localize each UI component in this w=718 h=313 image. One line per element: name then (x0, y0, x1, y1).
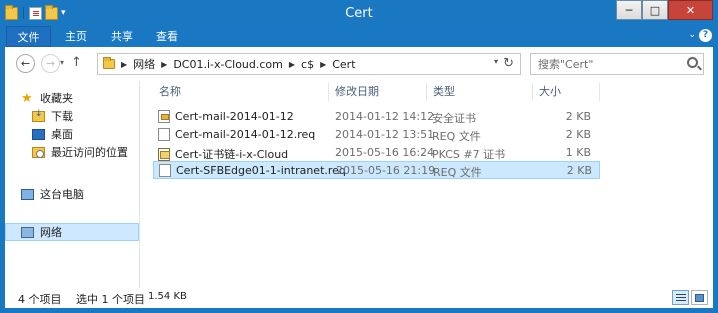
column-header-size[interactable]: 大小 (533, 83, 600, 101)
file-icon (158, 128, 170, 141)
file-name: Cert-mail-2014-01-12.req (175, 128, 316, 141)
search-input[interactable] (538, 57, 678, 72)
status-bar: 4 个项目 选中 1 个项目 1.54 KB (5, 288, 713, 308)
folder-icon (103, 57, 115, 69)
breadcrumb-cert[interactable]: Cert (332, 58, 355, 71)
file-date: 2014-01-12 13:51 (335, 128, 435, 141)
close-button[interactable]: ✕ (668, 0, 713, 20)
tab-view[interactable]: 查看 (153, 26, 181, 47)
file-name-cell: Cert-SFBEdge01-1-intranet.req (159, 164, 346, 177)
tab-share[interactable]: 共享 (108, 26, 136, 47)
large-icons-view-icon (695, 294, 704, 302)
title-bar[interactable]: ▾ Cert ─ □ ✕ (0, 0, 718, 26)
file-size: 1 KB (565, 146, 591, 159)
file-date: 2014-01-12 14:12 (335, 110, 435, 123)
ribbon-tabs: 文件 主页 共享 查看 ⌄ ? (0, 26, 718, 47)
expand-ribbon-icon[interactable]: ⌄ (688, 30, 696, 40)
sidebar-item-this-pc[interactable]: 这台电脑 (5, 185, 139, 203)
sidebar-item-network[interactable]: 网络 (5, 223, 139, 241)
sidebar-item-recent-places[interactable]: 最近访问的位置 (5, 143, 139, 161)
file-date: 2015-05-16 21:19 (336, 164, 436, 177)
tab-home[interactable]: 主页 (62, 26, 90, 47)
file-type: 安全证书 (432, 112, 476, 125)
file-type: REQ 文件 (432, 130, 481, 143)
file-name-cell: Cert-mail-2014-01-12.req (158, 128, 315, 141)
recent-locations-dropdown-icon[interactable]: ▾ (60, 58, 64, 67)
table-row[interactable]: Cert-mail-2014-01-12.req 2014-01-12 13:5… (153, 126, 600, 144)
file-name: Cert-SFBEdge01-1-intranet.req (176, 164, 346, 177)
back-button[interactable]: ← (16, 54, 35, 73)
file-type: PKCS #7 证书 (432, 148, 506, 161)
certificate-chain-icon (158, 147, 170, 161)
chevron-right-icon[interactable]: ▶ (320, 60, 326, 69)
selection-size: 1.54 KB (148, 291, 187, 302)
column-header-date-modified[interactable]: 修改日期 (329, 83, 427, 101)
breadcrumb-share[interactable]: c$ (301, 58, 314, 71)
window-title: Cert (345, 6, 373, 21)
forward-button[interactable]: → (41, 54, 60, 73)
star-icon: ★ (21, 90, 33, 106)
details-view-button[interactable] (672, 290, 689, 305)
downloads-folder-icon (32, 109, 45, 122)
selection-count: 选中 1 个项目 (76, 293, 145, 306)
column-header-type[interactable]: 类型 (427, 83, 533, 101)
computer-icon (21, 188, 34, 200)
file-name: Cert-证书链-i-x-Cloud (175, 148, 289, 161)
tab-file[interactable]: 文件 (6, 26, 51, 47)
sidebar-item-desktop[interactable]: 桌面 (5, 125, 139, 143)
chevron-right-icon[interactable]: ▶ (289, 60, 295, 69)
sidebar-item-label: 桌面 (51, 128, 73, 141)
sidebar-item-favorites[interactable]: ★ 收藏夹 (5, 89, 139, 107)
file-date: 2015-05-16 16:24 (335, 146, 435, 159)
navigation-bar: ← → ▾ ↑ ▶ 网络 ▶ DC01.i-x-Cloud.com ▶ c$ ▶… (5, 47, 713, 81)
refresh-icon[interactable]: ↻ (503, 56, 514, 71)
desktop-icon (32, 128, 45, 140)
column-header-name[interactable]: 名称 (153, 83, 329, 101)
file-name: Cert-mail-2014-01-12 (175, 110, 294, 123)
chevron-right-icon[interactable]: ▶ (161, 60, 167, 69)
file-icon (159, 164, 171, 177)
help-icon[interactable]: ? (699, 29, 712, 42)
details-view-icon (676, 294, 686, 295)
chevron-right-icon[interactable]: ▶ (121, 60, 127, 69)
maximize-button[interactable]: □ (642, 0, 668, 20)
file-name-cell: Cert-mail-2014-01-12 (158, 110, 294, 123)
sidebar-item-label: 网络 (40, 226, 62, 239)
search-box[interactable] (530, 53, 704, 75)
breadcrumb-network[interactable]: 网络 (133, 56, 155, 72)
table-row[interactable]: Cert-证书链-i-x-Cloud 2015-05-16 16:24 PKCS… (153, 144, 600, 162)
navigation-pane: ★ 收藏夹 下载 桌面 最近访问的位置 这台电脑 网络 (5, 81, 140, 288)
file-size: 2 KB (565, 110, 591, 123)
sidebar-item-label: 下载 (51, 110, 73, 123)
sidebar-item-downloads[interactable]: 下载 (5, 107, 139, 125)
sidebar-item-label: 最近访问的位置 (51, 146, 128, 159)
address-bar[interactable]: ▶ 网络 ▶ DC01.i-x-Cloud.com ▶ c$ ▶ Cert ▾ … (97, 53, 521, 75)
search-icon[interactable] (687, 57, 698, 68)
breadcrumb-server[interactable]: DC01.i-x-Cloud.com (173, 58, 283, 71)
explorer-content: ← → ▾ ↑ ▶ 网络 ▶ DC01.i-x-Cloud.com ▶ c$ ▶… (5, 47, 713, 308)
sidebar-item-label: 这台电脑 (40, 188, 84, 201)
recent-places-icon (32, 146, 45, 158)
file-size: 2 KB (565, 128, 591, 141)
window-controls: ─ □ ✕ (616, 0, 713, 21)
file-list: 名称 修改日期 类型 大小 Cert-mail-2014-01-12 2014-… (141, 81, 713, 288)
file-type: REQ 文件 (433, 166, 482, 179)
explorer-window: ▾ Cert ─ □ ✕ 文件 主页 共享 查看 ⌄ ? ← → ▾ ↑ ▶ 网… (0, 0, 718, 313)
file-name-cell: Cert-证书链-i-x-Cloud (158, 146, 288, 162)
table-row-selected[interactable]: Cert-SFBEdge01-1-intranet.req 2015-05-16… (153, 161, 600, 179)
sidebar-item-label: 收藏夹 (40, 92, 73, 105)
address-dropdown-icon[interactable]: ▾ (494, 57, 498, 66)
up-one-level-button[interactable]: ↑ (71, 55, 82, 70)
large-icons-view-button[interactable] (691, 290, 708, 305)
file-size: 2 KB (566, 164, 592, 177)
certificate-icon (158, 110, 170, 123)
minimize-button[interactable]: ─ (616, 0, 642, 20)
table-row[interactable]: Cert-mail-2014-01-12 2014-01-12 14:12 安全… (153, 108, 600, 126)
network-icon (21, 226, 34, 238)
item-count: 4 个项目 (18, 293, 62, 306)
